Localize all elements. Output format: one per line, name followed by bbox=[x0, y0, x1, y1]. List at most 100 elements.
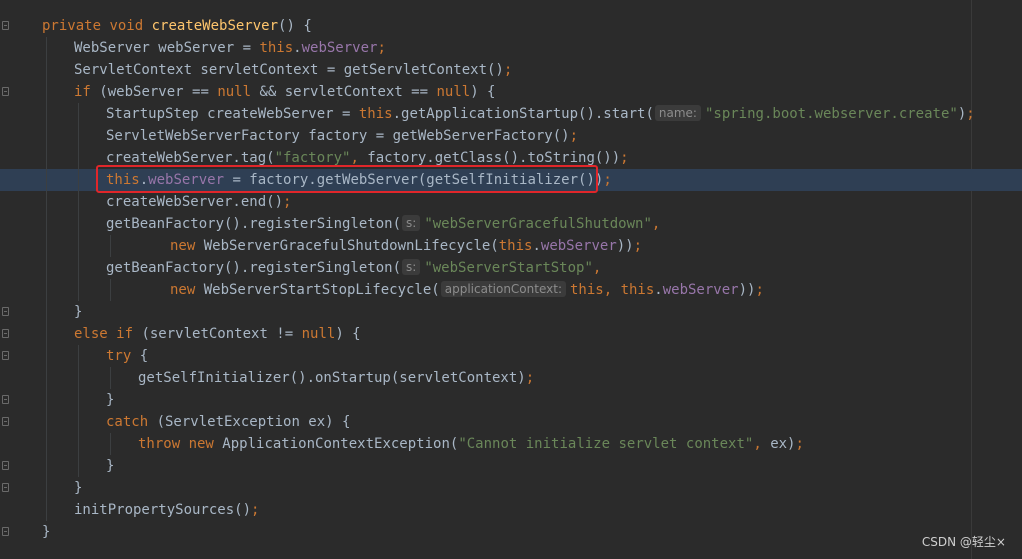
code-line[interactable]: getBeanFactory().registerSingleton(s: "we… bbox=[0, 257, 1022, 279]
indent-guide bbox=[46, 125, 47, 147]
code-token: new bbox=[170, 238, 204, 254]
code-token: . bbox=[532, 238, 541, 254]
fold-marker-icon[interactable] bbox=[2, 483, 9, 492]
fold-marker-icon[interactable] bbox=[2, 21, 9, 30]
code-line[interactable]: ServletWebServerFactory factory = getWeb… bbox=[0, 125, 1022, 147]
code-text: } bbox=[42, 521, 50, 543]
code-token: ; bbox=[603, 172, 612, 188]
code-line[interactable]: ServletContext servletContext = getServl… bbox=[0, 59, 1022, 81]
code-token: , bbox=[753, 436, 771, 452]
code-token: () { bbox=[278, 18, 312, 34]
indent-guide bbox=[78, 389, 79, 411]
code-line[interactable]: WebServer webServer = this.webServer; bbox=[0, 37, 1022, 59]
indent-guide bbox=[78, 367, 79, 389]
code-token: this bbox=[498, 238, 533, 254]
code-line[interactable]: } bbox=[0, 301, 1022, 323]
code-text: new WebServerGracefulShutdownLifecycle(t… bbox=[170, 235, 642, 257]
code-token: StartupStep createWebServer = bbox=[106, 106, 359, 122]
code-token: )) bbox=[738, 282, 756, 298]
indent-guide bbox=[46, 455, 47, 477]
code-token: throw new bbox=[138, 436, 223, 452]
code-line[interactable]: throw new ApplicationContextException("C… bbox=[0, 433, 1022, 455]
code-line[interactable]: } bbox=[0, 521, 1022, 543]
code-token: } bbox=[74, 304, 83, 320]
code-line[interactable]: StartupStep createWebServer = this.getAp… bbox=[0, 103, 1022, 125]
code-text: private void createWebServer() { bbox=[42, 15, 312, 37]
code-token: ServletWebServerFactory factory = getWeb… bbox=[106, 128, 570, 144]
code-line[interactable]: } bbox=[0, 389, 1022, 411]
fold-marker-icon[interactable] bbox=[2, 417, 9, 426]
code-token: this bbox=[620, 282, 655, 298]
indent-guide bbox=[78, 103, 79, 125]
code-line[interactable]: getSelfInitializer().onStartup(servletCo… bbox=[0, 367, 1022, 389]
code-text: } bbox=[74, 477, 82, 499]
code-token: (ServletException ex) { bbox=[156, 414, 351, 430]
indent-guide bbox=[78, 433, 79, 455]
code-token: ; bbox=[525, 370, 535, 386]
code-line[interactable]: getBeanFactory().registerSingleton(s: "we… bbox=[0, 213, 1022, 235]
indent-guide bbox=[78, 411, 79, 433]
code-token: "factory" bbox=[274, 150, 351, 166]
code-token: ; bbox=[795, 436, 804, 452]
code-token: ) { bbox=[335, 326, 361, 342]
code-token: factory.getClass().toString()) bbox=[367, 150, 621, 166]
indent-guide bbox=[46, 59, 47, 81]
code-token: ; bbox=[569, 128, 579, 144]
code-token: ; bbox=[283, 194, 292, 210]
indent-guide bbox=[78, 345, 79, 367]
indent-guide bbox=[78, 235, 79, 257]
code-token: ; bbox=[620, 150, 629, 166]
code-line[interactable]: } bbox=[0, 455, 1022, 477]
indent-guide bbox=[78, 213, 79, 235]
code-token: null bbox=[217, 84, 260, 100]
code-token: getBeanFactory().registerSingleton( bbox=[106, 216, 402, 232]
indent-guide bbox=[46, 37, 47, 59]
code-token: ex) bbox=[770, 436, 796, 452]
code-line[interactable]: try { bbox=[0, 345, 1022, 367]
code-line[interactable]: new WebServerGracefulShutdownLifecycle(t… bbox=[0, 235, 1022, 257]
code-token: webServer bbox=[301, 40, 378, 56]
code-line[interactable]: catch (ServletException ex) { bbox=[0, 411, 1022, 433]
fold-marker-icon[interactable] bbox=[2, 527, 9, 536]
fold-marker-icon[interactable] bbox=[2, 87, 9, 96]
fold-marker-icon[interactable] bbox=[2, 307, 9, 316]
code-token: ) { bbox=[470, 84, 496, 100]
parameter-hint: s: bbox=[402, 259, 421, 275]
code-token: createWebServer.end() bbox=[106, 194, 284, 210]
code-token: WebServerStartStopLifecycle( bbox=[203, 282, 440, 298]
code-token: else if bbox=[74, 326, 142, 342]
code-editor[interactable]: private void createWebServer() {WebServe… bbox=[0, 15, 1022, 543]
code-line[interactable]: else if (servletContext != null) { bbox=[0, 323, 1022, 345]
fold-marker-icon[interactable] bbox=[2, 395, 9, 404]
indent-guide bbox=[78, 169, 79, 191]
parameter-hint: s: bbox=[402, 215, 421, 231]
fold-marker-icon[interactable] bbox=[2, 329, 9, 338]
code-line[interactable]: } bbox=[0, 477, 1022, 499]
code-token: , bbox=[603, 282, 621, 298]
code-token: (webServer == bbox=[99, 84, 218, 100]
code-token: initPropertySources() bbox=[74, 502, 252, 518]
indent-guide bbox=[46, 499, 47, 521]
indent-guide bbox=[46, 411, 47, 433]
code-token: webServer bbox=[662, 282, 739, 298]
indent-guide bbox=[78, 455, 79, 477]
code-token: . bbox=[293, 40, 302, 56]
code-token: ; bbox=[377, 40, 386, 56]
code-line[interactable]: private void createWebServer() { bbox=[0, 15, 1022, 37]
code-text: throw new ApplicationContextException("C… bbox=[138, 433, 804, 455]
code-line[interactable]: initPropertySources(); bbox=[0, 499, 1022, 521]
code-line[interactable]: createWebServer.end(); bbox=[0, 191, 1022, 213]
code-token: null bbox=[301, 326, 336, 342]
code-token: .getApplicationStartup().start( bbox=[392, 106, 654, 122]
code-text: try { bbox=[106, 345, 148, 367]
code-line[interactable]: if (webServer == null && servletContext … bbox=[0, 81, 1022, 103]
code-token: , bbox=[592, 260, 602, 276]
code-line[interactable]: new WebServerStartStopLifecycle(applicat… bbox=[0, 279, 1022, 301]
code-token: try bbox=[106, 348, 140, 364]
code-token: catch bbox=[106, 414, 157, 430]
code-text: getBeanFactory().registerSingleton(s: "we… bbox=[106, 213, 660, 235]
indent-guide bbox=[46, 477, 47, 499]
code-text: getSelfInitializer().onStartup(servletCo… bbox=[138, 367, 534, 389]
fold-marker-icon[interactable] bbox=[2, 461, 9, 470]
fold-marker-icon[interactable] bbox=[2, 351, 9, 360]
